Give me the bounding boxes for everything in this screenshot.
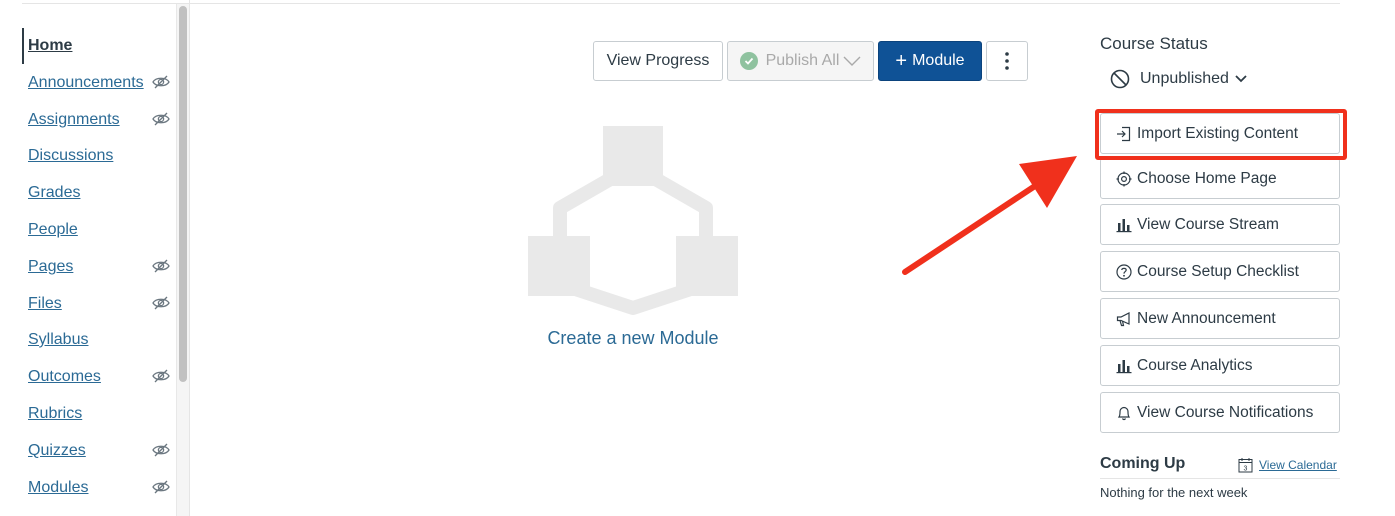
nav-item-label[interactable]: Quizzes [28, 442, 86, 460]
hidden-eye-icon [152, 369, 170, 383]
annotation-arrow [902, 156, 1077, 275]
course-analytics-button[interactable]: Course Analytics [1100, 345, 1340, 386]
hidden-eye-icon [152, 443, 170, 457]
nav-item-people[interactable]: People [28, 218, 78, 242]
nav-item-outcomes[interactable]: Outcomes [28, 365, 101, 389]
chevron-down-icon [843, 56, 861, 66]
nav-item-label[interactable]: Grades [28, 184, 80, 202]
view-calendar-link[interactable]: 3 View Calendar [1238, 457, 1337, 473]
coming-up-title: Coming Up [1100, 455, 1186, 472]
choose-home-page-button[interactable]: Choose Home Page [1100, 158, 1340, 199]
button-label: Course Analytics [1137, 356, 1253, 374]
button-label: New Announcement [1137, 309, 1276, 327]
nav-item-announcements[interactable]: Announcements [28, 71, 144, 95]
unpublished-icon [1110, 69, 1130, 89]
annotation-highlight-box [1095, 109, 1347, 160]
nav-item-label[interactable]: Syllabus [28, 331, 88, 349]
nav-item-label[interactable]: Pages [28, 258, 73, 276]
publish-all-button[interactable]: Publish All [727, 41, 874, 81]
nav-item-label[interactable]: Discussions [28, 147, 113, 165]
view-progress-button[interactable]: View Progress [593, 41, 723, 81]
nav-item-assignments[interactable]: Assignments [28, 108, 120, 132]
question-circle-icon [1115, 263, 1132, 280]
button-label: View Course Stream [1137, 215, 1279, 233]
new-announcement-button[interactable]: New Announcement [1100, 298, 1340, 339]
publish-all-label: Publish All [765, 52, 840, 69]
nav-divider [189, 0, 190, 516]
course-status-value: Unpublished [1140, 70, 1229, 87]
button-label: View Course Notifications [1137, 403, 1314, 421]
nav-item-label[interactable]: Rubrics [28, 405, 82, 423]
calendar-icon: 3 [1238, 458, 1253, 473]
nav-item-modules[interactable]: Modules [28, 476, 88, 500]
check-circle-icon [739, 52, 758, 70]
add-module-label: Module [912, 52, 965, 69]
course-status-title: Course Status [1100, 34, 1208, 53]
nav-item-grades[interactable]: Grades [28, 181, 80, 205]
nav-scrollbar-thumb[interactable] [179, 6, 187, 382]
nav-item-label[interactable]: People [28, 221, 78, 239]
hidden-eye-icon [152, 296, 170, 310]
nav-item-label[interactable]: Files [28, 295, 62, 313]
nav-item-files[interactable]: Files [28, 292, 62, 316]
view-course-notifications-button[interactable]: View Course Notifications [1100, 392, 1340, 433]
bell-icon [1115, 404, 1132, 421]
view-calendar-label: View Calendar [1259, 458, 1337, 472]
hidden-eye-icon [152, 112, 170, 126]
nav-item-syllabus[interactable]: Syllabus [28, 328, 88, 352]
active-indicator [22, 28, 24, 64]
coming-up-empty-message: Nothing for the next week [1100, 485, 1248, 500]
hidden-eye-icon [152, 75, 170, 89]
kebab-menu-icon [1005, 52, 1009, 70]
bar-chart-icon [1115, 216, 1132, 233]
nav-item-label[interactable]: Home [28, 37, 72, 55]
coming-up-divider [1100, 478, 1340, 479]
nav-item-label[interactable]: Modules [28, 479, 88, 497]
view-course-stream-button[interactable]: View Course Stream [1100, 204, 1340, 245]
hidden-eye-icon [152, 259, 170, 273]
course-navigation: Home Announcements Assignments Discussio… [0, 0, 190, 516]
create-module-link[interactable]: Create a new Module [533, 328, 733, 349]
nav-item-home[interactable]: Home [28, 34, 72, 58]
more-options-button[interactable] [986, 41, 1028, 81]
calendar-day: 3 [1244, 466, 1248, 473]
megaphone-icon [1115, 310, 1132, 327]
bar-chart-icon [1115, 357, 1132, 374]
nav-item-pages[interactable]: Pages [28, 255, 73, 279]
add-module-button[interactable]: + Module [878, 41, 982, 81]
button-label: Choose Home Page [1137, 169, 1277, 187]
target-icon [1115, 170, 1132, 187]
nav-item-label[interactable]: Outcomes [28, 368, 101, 386]
empty-modules-illustration [528, 126, 738, 315]
chevron-down-icon [1235, 75, 1247, 83]
nav-item-rubrics[interactable]: Rubrics [28, 402, 82, 426]
view-progress-label: View Progress [606, 52, 710, 69]
nav-item-label[interactable]: Assignments [28, 111, 120, 129]
nav-item-label[interactable]: Announcements [28, 74, 144, 92]
top-divider [22, 3, 1340, 4]
plus-icon: + [895, 50, 908, 72]
nav-item-quizzes[interactable]: Quizzes [28, 439, 86, 463]
button-label: Course Setup Checklist [1137, 262, 1299, 280]
hidden-eye-icon [152, 480, 170, 494]
course-setup-checklist-button[interactable]: Course Setup Checklist [1100, 251, 1340, 292]
nav-item-discussions[interactable]: Discussions [28, 144, 113, 168]
course-status-dropdown[interactable]: Unpublished [1110, 66, 1247, 92]
